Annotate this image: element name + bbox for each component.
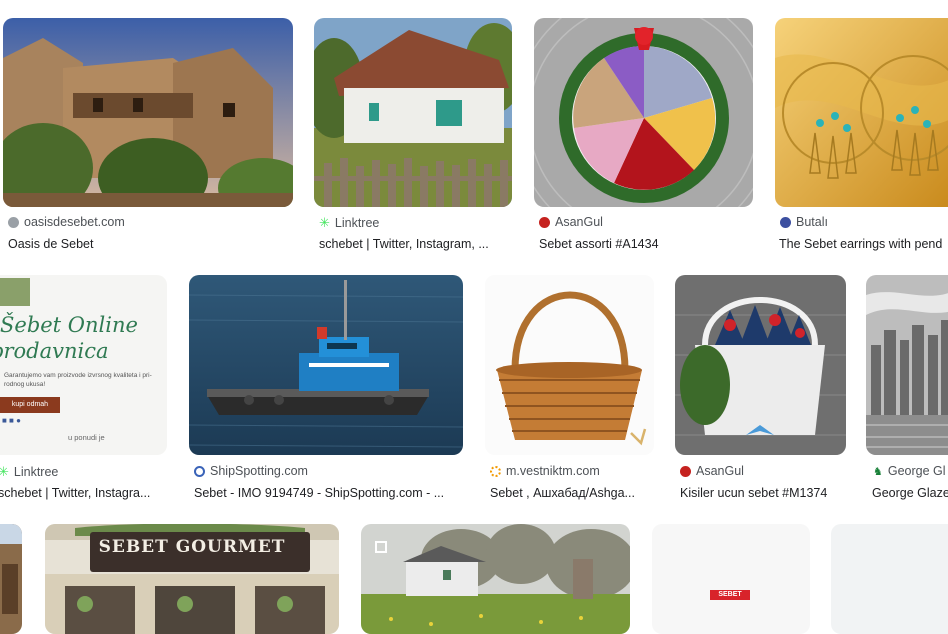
result-thumbnail-assorti-tray[interactable] [534,18,753,207]
result-thumbnail-gift-basket[interactable] [675,275,846,455]
result-title[interactable]: The Sebet earrings with pend [779,237,948,251]
result-title[interactable]: schebet | Twitter, Instagra... [0,486,167,500]
result-source-label: m.vestniktm.com [506,464,600,478]
result-source[interactable]: ShipSpotting.com [194,464,463,478]
promo-buy-button[interactable]: kupi odmah [0,397,60,413]
result-source[interactable]: ♞ George Gl [873,464,948,478]
result-title[interactable]: Oasis de Sebet [8,237,293,251]
result-thumbnail-small-house[interactable] [361,524,630,634]
storefront-sign: SEBET GOURMET [98,537,286,557]
result-source-label: ShipSpotting.com [210,464,308,478]
result-source[interactable]: oasisdesebet.com [8,215,293,229]
result-source[interactable]: AsanGul [680,464,846,478]
globe-icon [8,216,19,228]
result-title[interactable]: Kisiler ucun sebet #M1374 [680,486,846,500]
result-thumbnail-tugboat[interactable] [189,275,463,455]
sebet-logo: SEBET [710,590,750,600]
result-thumbnail-wicker-basket[interactable] [485,275,654,455]
result-source-label: Linktree [13,465,59,479]
rose-icon [539,216,550,228]
result-title[interactable]: George Glaze [872,486,948,500]
result-source[interactable]: m.vestniktm.com [490,464,654,478]
result-thumbnail-cityscape[interactable] [866,275,948,455]
house-logo-icon [375,541,387,553]
result-title[interactable]: Sebet - IMO 9194749 - ShipSpotting.com -… [194,486,463,500]
result-source[interactable]: ✳ Linktree [0,464,167,480]
result-thumbnail-storefront[interactable]: SEBET GOURMET [45,524,339,634]
butali-icon [780,216,791,228]
result-source-label: oasisdesebet.com [24,215,125,229]
result-source[interactable]: Butalı [780,215,948,229]
result-source[interactable]: ✳ Linktree [319,215,512,231]
result-source[interactable]: AsanGul [539,215,753,229]
vestnik-icon [490,465,501,477]
shop-photo [0,278,30,306]
result-thumbnail-online-shop[interactable]: Šebet Online prodavnica Garantujemo vam … [0,275,167,455]
result-thumbnail-loading[interactable] [831,524,948,634]
linktree-icon: ✳ [319,215,330,230]
result-source-label: AsanGul [696,464,744,478]
result-source-label: George Gl [887,464,946,478]
person-icon: ♞ [873,465,883,478]
rose-icon [680,465,691,477]
result-thumbnail-white-house[interactable] [314,18,512,207]
shipspotting-icon [194,465,205,477]
result-thumbnail-earrings[interactable] [775,18,948,207]
result-title[interactable]: Sebet , Ашхабад/Ashga... [490,486,654,500]
promo-link[interactable]: u ponudi je [68,433,105,442]
promo-headline-2: prodavnica [0,339,109,363]
result-thumbnail-stone-village[interactable] [3,18,293,207]
result-source-label: Linktree [334,216,380,230]
promo-body: Garantujemo vam proizvode izvrsnog kvali… [4,372,152,388]
sebet-logo-text: SEBET [718,591,742,598]
promo-headline: Šebet Online [0,313,138,337]
result-thumbnail-logo[interactable]: SEBET [652,524,810,634]
result-title[interactable]: Sebet assorti #A1434 [539,237,753,251]
social-icons: ■ ■ ● [2,416,21,425]
result-source-label: AsanGul [555,215,603,229]
result-source-label: Butalı [796,215,828,229]
linktree-icon: ✳ [0,464,9,479]
result-thumbnail-partial[interactable] [0,524,22,634]
result-title[interactable]: schebet | Twitter, Instagram, ... [319,237,512,251]
